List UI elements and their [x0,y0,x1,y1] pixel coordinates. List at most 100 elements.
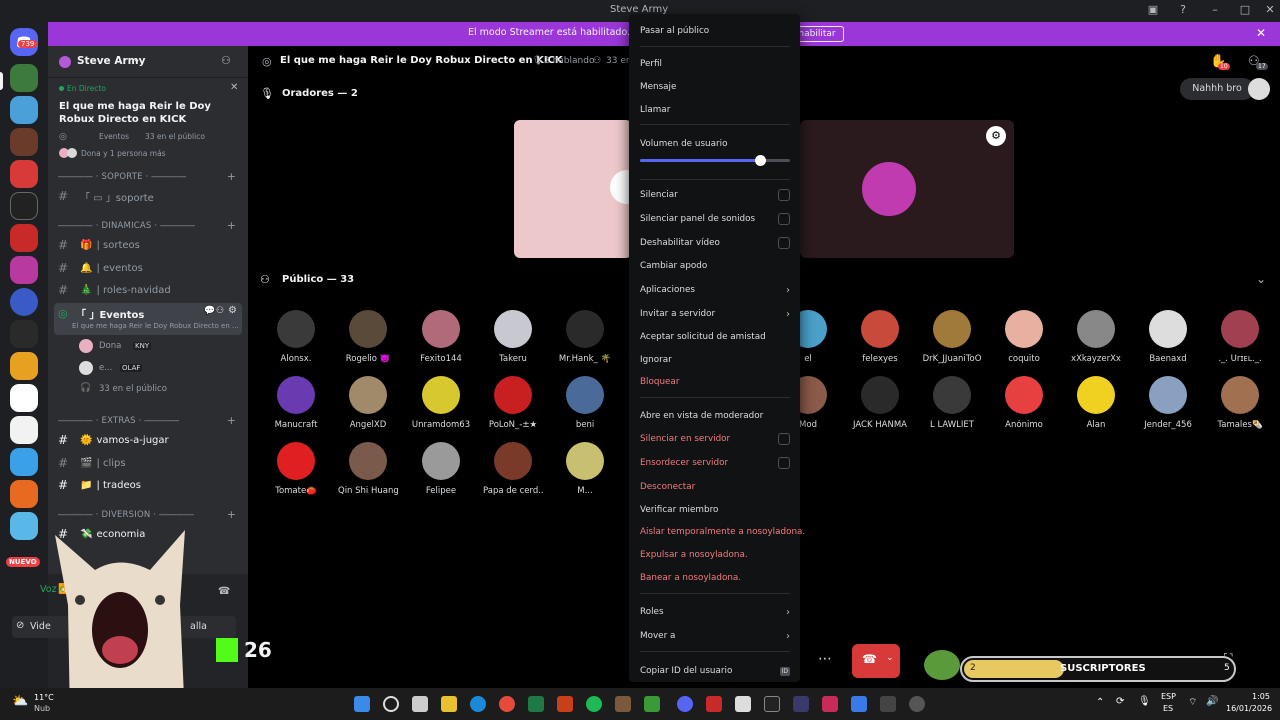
close-icon[interactable]: ✕ [230,82,238,93]
audience-member[interactable]: Takeru [483,310,543,364]
server-icon[interactable] [10,128,38,156]
add-channel-icon[interactable]: + [227,414,236,427]
add-channel-icon[interactable]: + [227,508,236,521]
audience-member[interactable]: DrK_JJuaniToO [922,310,982,364]
start-icon[interactable] [354,696,370,712]
clock-date[interactable]: 16/01/2026 [1226,704,1272,713]
channel-eventos[interactable]: # 🔔 | eventos [58,258,242,278]
menu-accept-friend[interactable]: Aceptar solicitud de amistad [640,328,790,346]
menu-disable-video[interactable]: Deshabilitar vídeo [640,234,790,252]
server-icon[interactable] [10,160,38,188]
menu-block[interactable]: Bloquear [640,373,790,391]
task-view-icon[interactable] [412,696,428,712]
server-icon[interactable] [10,384,38,412]
volume-knob[interactable] [755,155,766,166]
audience-member[interactable]: Rogelio 👿 [338,310,398,364]
language-code[interactable]: ESP [1161,692,1176,701]
audience-member[interactable]: L LAWLIET [922,376,982,430]
app-icon[interactable] [764,696,780,712]
minimize-button[interactable]: – [1205,3,1225,16]
audience-member[interactable]: xXkayzerXx [1066,310,1126,364]
audience-member[interactable]: ._. Urɪᴇʟ._. [1210,310,1270,364]
powerpoint-icon[interactable] [557,696,573,712]
server-icon[interactable] [10,320,38,348]
discord-icon[interactable] [677,696,693,712]
audience-member[interactable]: Unramdom63 [411,376,471,430]
add-member-icon[interactable]: ⚇ [216,306,224,316]
server-icon[interactable] [10,256,38,284]
close-icon[interactable]: ✕ [1256,26,1266,40]
server-icon[interactable] [10,288,38,316]
menu-copy-id[interactable]: Copiar ID del usuario ID [640,662,790,680]
channel-soporte[interactable]: # 「 ▭ 」soporte [58,186,242,206]
menu-move-to[interactable]: Mover a › [640,627,790,645]
checkbox[interactable] [778,189,790,201]
audience-member[interactable]: felexyes [850,310,910,364]
avatar[interactable] [1248,78,1270,100]
audience-member[interactable]: Tamales🌯 [1210,376,1270,430]
clock-time[interactable]: 1:05 [1252,692,1270,701]
stage-user-name[interactable]: Dona [99,341,121,351]
add-member-icon[interactable]: ⚇ [221,54,231,67]
category-diversion[interactable]: ―――― · DIVERSION · ―――― [58,510,194,520]
audience-member[interactable]: Tomate🍅 [266,442,326,496]
server-icon[interactable] [10,96,38,124]
menu-moderator-view[interactable]: Abre en vista de moderador [640,407,790,425]
menu-profile[interactable]: Perfil [640,55,790,73]
channel-tradeos[interactable]: # 📁 | tradeos [58,475,242,495]
audience-member[interactable]: Qin Shi Huang [338,442,398,496]
leave-stage-button[interactable]: ☎ ⌄ [852,644,900,678]
valorant-icon[interactable] [822,696,838,712]
menu-server-deafen[interactable]: Ensordecer servidor [640,454,790,472]
stage-public[interactable]: 33 en el público [99,384,167,394]
chevron-up-icon[interactable]: ⌃ [1096,697,1104,708]
checkbox[interactable] [778,433,790,445]
menu-mute-soundboard[interactable]: Silenciar panel de sonidos [640,210,790,228]
minecraft-icon[interactable] [615,696,631,712]
wifi-icon[interactable]: ⌔ [1188,696,1197,709]
add-channel-icon[interactable]: + [227,219,236,232]
server-header[interactable]: Steve Army ⌄ ⚇ [48,46,248,78]
audience-member[interactable]: PoLoN_-±★ [483,376,543,430]
app-icon[interactable] [880,696,896,712]
channel-vamos-a-jugar[interactable]: # 🌞 vamos-a-jugar [58,430,242,450]
maximize-button[interactable]: □ [1235,3,1255,16]
more-icon[interactable]: ⋯ [818,651,832,667]
live-title[interactable]: El que me haga Reir le Doy Robux Directo… [59,100,224,126]
gear-icon[interactable]: ⚙ [228,305,237,316]
mic-icon[interactable]: 🎙 [1138,696,1151,707]
server-icon[interactable] [10,416,38,444]
audience-member[interactable]: Baenaxd [1138,310,1198,364]
server-icon[interactable] [10,448,38,476]
obs-icon[interactable] [909,696,925,712]
close-window-button[interactable]: ✕ [1260,3,1280,16]
server-icon[interactable] [10,352,38,380]
channel-stage-eventos[interactable]: ◎ 「 」Eventos 💬 ⚇ ⚙ El que me haga Reir l… [54,303,242,335]
menu-ban[interactable]: Banear a nosoyladona. [640,569,790,587]
server-icon[interactable] [10,192,38,220]
checkbox[interactable] [778,237,790,249]
menu-roles[interactable]: Roles › [640,603,790,621]
stage-user-name[interactable]: e... [99,363,112,373]
menu-move-to-audience[interactable]: Pasar al público [640,22,790,40]
server-icon[interactable] [10,480,38,508]
menu-kick[interactable]: Expulsar a nosoyladona. [640,546,790,564]
menu-mute[interactable]: Silenciar [640,186,790,204]
category-soporte[interactable]: ―――― · SOPORTE · ―――― [58,172,186,182]
inbox-icon[interactable]: ▣ [1143,3,1163,16]
audience-member[interactable]: Alan [1066,376,1126,430]
menu-call[interactable]: Llamar [640,101,790,119]
category-dinamicas[interactable]: ―――― · DINAMICAS · ―――― [58,221,195,231]
channel-clips[interactable]: # 🎬 | clips [58,453,242,473]
server-icon[interactable] [10,224,38,252]
checkbox[interactable] [778,213,790,225]
menu-verify-member[interactable]: Verificar miembro [640,501,790,519]
chrome-icon[interactable] [499,696,515,712]
server-steve-army[interactable] [10,64,38,92]
chat-icon[interactable]: 💬 [204,306,215,316]
menu-timeout[interactable]: Aislar temporalmente a nosoyladona. [640,523,805,541]
menu-change-nickname[interactable]: Cambiar apodo [640,257,790,275]
app-icon[interactable] [706,696,722,712]
store-icon[interactable] [735,696,751,712]
chevron-down-icon[interactable]: ⌄ [1256,272,1266,286]
